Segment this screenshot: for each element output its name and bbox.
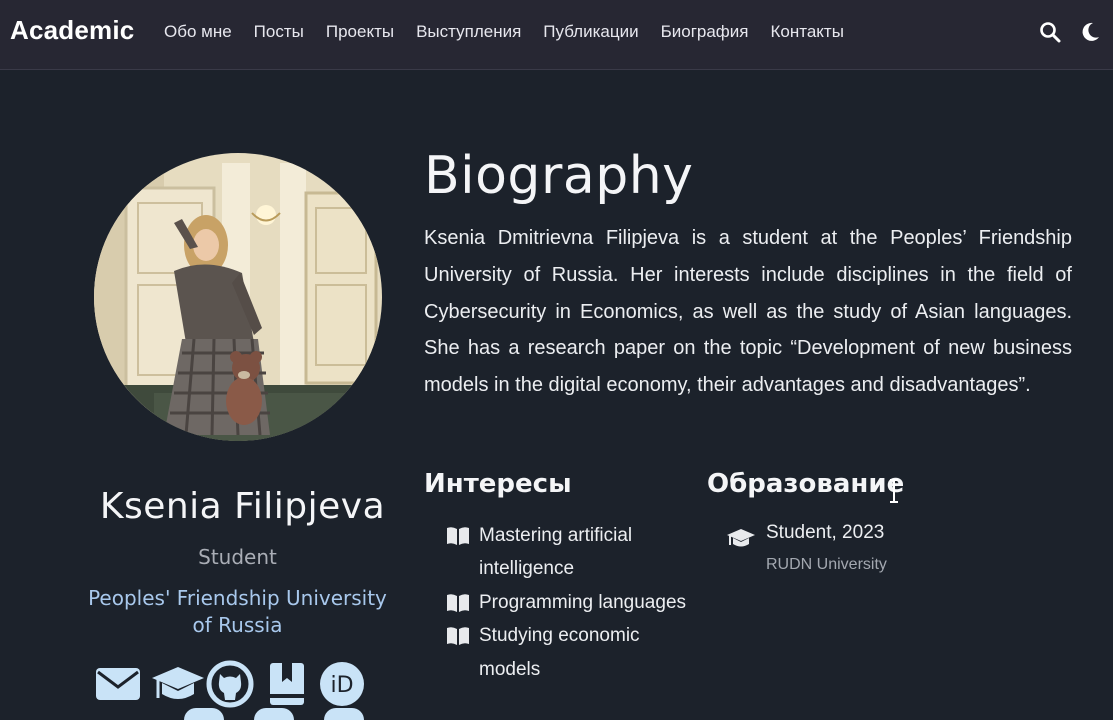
brand-logo[interactable]: Academic: [10, 15, 134, 46]
interest-item: Programming languages: [446, 586, 686, 619]
interest-label: Studying economic models: [479, 625, 640, 680]
interest-label: Programming languages: [479, 591, 687, 613]
navbar: Academic Обо мне Посты Проекты Выступлен…: [0, 0, 1113, 70]
interest-item: Studying economic models: [446, 619, 686, 686]
social-icon-partial[interactable]: [324, 708, 364, 720]
orcid-icon[interactable]: iD: [318, 660, 366, 708]
nav-link-talks[interactable]: Выступления: [416, 22, 521, 42]
graduation-cap-icon: [727, 529, 755, 547]
profile-role: Student: [198, 545, 277, 569]
education-title: Образование: [707, 469, 905, 499]
github-icon[interactable]: [206, 660, 254, 708]
nav-links: Обо мне Посты Проекты Выступления Публик…: [164, 22, 866, 42]
book-bookmark-icon[interactable]: [262, 660, 310, 708]
social-icon-partial[interactable]: [184, 708, 224, 720]
profile-name: Ksenia Filipjeva: [99, 486, 386, 527]
nav-link-about[interactable]: Обо мне: [164, 22, 232, 42]
profile-photo: [94, 153, 382, 441]
book-open-icon: [447, 594, 469, 612]
search-icon[interactable]: [1038, 20, 1062, 44]
graduation-cap-icon[interactable]: [150, 660, 204, 708]
nav-link-projects[interactable]: Проекты: [326, 22, 394, 42]
biography-text: Ksenia Dmitrievna Filipjeva is a student…: [424, 227, 1072, 397]
nav-link-publications[interactable]: Публикации: [543, 22, 638, 42]
interest-item: Mastering artificial intelligence: [446, 519, 686, 586]
nav-link-contacts[interactable]: Контакты: [771, 22, 844, 42]
education-degree: Student, 2023: [766, 522, 885, 543]
nav-link-biography[interactable]: Биография: [661, 22, 749, 42]
moon-icon[interactable]: [1078, 20, 1102, 44]
svg-text:iD: iD: [330, 673, 353, 698]
envelope-icon[interactable]: [94, 660, 142, 708]
social-icon-partial[interactable]: [254, 708, 294, 720]
education-school: RUDN University: [766, 556, 887, 573]
interests-title: Интересы: [424, 469, 572, 499]
interests-list: Mastering artificial intelligence Progra…: [446, 519, 686, 686]
text-cursor-icon: [890, 479, 898, 503]
book-open-icon: [447, 627, 469, 646]
nav-link-posts[interactable]: Посты: [254, 22, 304, 42]
social-links-row2: [184, 708, 364, 720]
profile-organization[interactable]: Peoples' Friendship University of Russia: [80, 585, 395, 639]
book-open-icon: [447, 527, 469, 545]
biography-title: Biography: [424, 146, 694, 206]
social-links: iD: [94, 660, 366, 708]
interest-label: Mastering artificial intelligence: [479, 525, 633, 580]
